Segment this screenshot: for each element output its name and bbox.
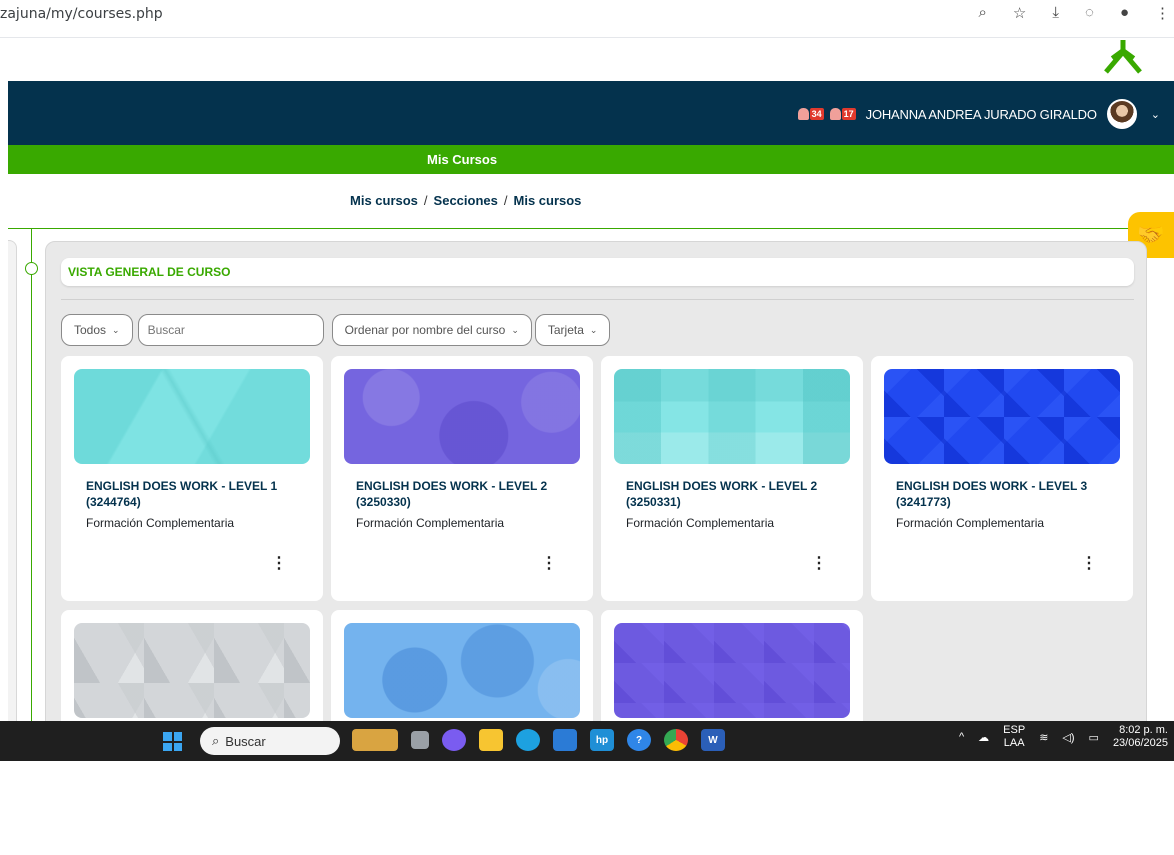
browser-icons: ⌕ ☆ ⤓ ◌ ● ⋮ bbox=[979, 4, 1170, 22]
notifications-button[interactable]: 34 bbox=[797, 108, 824, 120]
search-icon[interactable]: ⌕ bbox=[979, 4, 987, 22]
grouping-dropdown[interactable]: Todos ⌄ bbox=[61, 314, 133, 346]
widgets-icon[interactable] bbox=[352, 729, 398, 751]
start-button[interactable] bbox=[163, 732, 182, 751]
course-image[interactable] bbox=[344, 623, 580, 718]
os-taskbar: ⌕ Buscar hp ? W ^ ☁ ESP LAA ≋ ◁) ▭ 8:02 … bbox=[0, 721, 1174, 761]
breadcrumb-item[interactable]: Mis cursos bbox=[350, 193, 418, 208]
top-navbar: 34 17 JOHANNA ANDREA JURADO GIRALDO ⌄ bbox=[8, 81, 1174, 145]
messages-badge: 17 bbox=[841, 108, 856, 120]
download-icon[interactable]: ⤓ bbox=[1052, 4, 1059, 22]
left-drawer-toggle[interactable] bbox=[8, 240, 17, 730]
taskbar-search-label: Buscar bbox=[225, 733, 266, 749]
course-title[interactable]: ENGLISH DOES WORK - LEVEL 2 (3250331) bbox=[626, 478, 846, 510]
page-title: Mis Cursos bbox=[427, 152, 498, 167]
course-image[interactable] bbox=[74, 623, 310, 718]
course-category: Formación Complementaria bbox=[896, 516, 1045, 530]
course-category: Formación Complementaria bbox=[86, 516, 235, 530]
taskbar-apps: hp ? W bbox=[352, 729, 725, 751]
course-card[interactable]: ENGLISH DOES WORK - LEVEL 1 (3244764) Fo… bbox=[61, 356, 323, 601]
language-indicator[interactable]: ESP LAA bbox=[1003, 724, 1025, 750]
help-app-icon[interactable]: ? bbox=[627, 729, 651, 751]
store-icon[interactable] bbox=[553, 729, 577, 751]
course-image[interactable] bbox=[614, 369, 850, 464]
user-menu-area: 34 17 JOHANNA ANDREA JURADO GIRALDO ⌄ bbox=[797, 99, 1160, 129]
extensions-icon[interactable]: ◌ bbox=[1085, 4, 1094, 22]
sort-dropdown[interactable]: Ordenar por nombre del curso ⌄ bbox=[331, 314, 532, 346]
profile-icon[interactable]: ● bbox=[1120, 4, 1129, 22]
breadcrumb-separator: / bbox=[423, 193, 428, 208]
course-menu-icon[interactable]: ⋮ bbox=[541, 553, 557, 573]
course-image[interactable] bbox=[344, 369, 580, 464]
task-view-icon[interactable] bbox=[411, 731, 429, 749]
address-bar-url[interactable]: zajuna/my/courses.php bbox=[0, 6, 163, 22]
course-image[interactable] bbox=[74, 369, 310, 464]
course-category: Formación Complementaria bbox=[356, 516, 505, 530]
timeline-line bbox=[31, 228, 32, 728]
user-name[interactable]: JOHANNA ANDREA JURADO GIRALDO bbox=[866, 107, 1097, 122]
avatar[interactable] bbox=[1106, 99, 1137, 129]
breadcrumb: Mis cursos / Secciones / Mis cursos bbox=[350, 193, 581, 208]
onedrive-icon[interactable]: ☁ bbox=[978, 731, 989, 744]
message-icon bbox=[829, 108, 841, 120]
battery-icon[interactable]: ▭ bbox=[1089, 731, 1099, 744]
more-icon[interactable]: ⋮ bbox=[1155, 4, 1170, 22]
block-title: VISTA GENERAL DE CURSO bbox=[68, 265, 231, 279]
search-input[interactable] bbox=[137, 314, 324, 346]
search-icon: ⌕ bbox=[212, 733, 220, 748]
chevron-up-icon[interactable]: ^ bbox=[959, 731, 964, 743]
clock[interactable]: 8:02 p. m. 23/06/2025 bbox=[1113, 724, 1168, 750]
bell-icon bbox=[797, 108, 809, 120]
course-title[interactable]: ENGLISH DOES WORK - LEVEL 1 (3244764) bbox=[86, 478, 306, 510]
copilot-icon[interactable] bbox=[442, 729, 466, 751]
hp-app-icon[interactable]: hp bbox=[590, 729, 614, 751]
breadcrumb-item[interactable]: Secciones bbox=[434, 193, 498, 208]
breadcrumb-item[interactable]: Mis cursos bbox=[514, 193, 582, 208]
breadcrumb-separator: / bbox=[503, 193, 508, 208]
chrome-icon[interactable] bbox=[664, 729, 688, 751]
taskbar-search[interactable]: ⌕ Buscar bbox=[200, 727, 340, 755]
divider-line bbox=[8, 228, 1174, 229]
grouping-label: Todos bbox=[74, 323, 107, 337]
file-explorer-icon[interactable] bbox=[479, 729, 503, 751]
sort-label: Ordenar por nombre del curso bbox=[344, 323, 506, 337]
view-label: Tarjeta bbox=[547, 323, 584, 337]
edge-icon[interactable] bbox=[516, 729, 540, 751]
volume-icon[interactable]: ◁) bbox=[1062, 731, 1074, 744]
course-menu-icon[interactable]: ⋮ bbox=[1081, 553, 1097, 573]
chevron-down-icon[interactable]: ⌄ bbox=[1151, 108, 1160, 121]
word-icon[interactable]: W bbox=[701, 729, 725, 751]
course-image[interactable] bbox=[614, 623, 850, 718]
course-overview-block: VISTA GENERAL DE CURSO Todos ⌄ Ordenar po… bbox=[45, 241, 1147, 855]
course-title[interactable]: ENGLISH DOES WORK - LEVEL 3 (3241773) bbox=[896, 478, 1116, 510]
filters-bar: Todos ⌄ Ordenar por nombre del curso ⌄ Tar… bbox=[61, 314, 611, 346]
divider bbox=[61, 299, 1134, 300]
course-card[interactable]: ENGLISH DOES WORK - LEVEL 2 (3250330) Fo… bbox=[331, 356, 593, 601]
chevron-down-icon: ⌄ bbox=[511, 324, 519, 335]
browser-toolbar: zajuna/my/courses.php ⌕ ☆ ⤓ ◌ ● ⋮ bbox=[0, 0, 1174, 38]
course-menu-icon[interactable]: ⋮ bbox=[271, 553, 287, 573]
messages-button[interactable]: 17 bbox=[829, 108, 856, 120]
sena-logo bbox=[1104, 40, 1142, 74]
course-card[interactable]: ENGLISH DOES WORK - LEVEL 2 (3250331) Fo… bbox=[601, 356, 863, 601]
view-dropdown[interactable]: Tarjeta ⌄ bbox=[534, 314, 611, 346]
timeline-node bbox=[25, 262, 38, 275]
chevron-down-icon: ⌄ bbox=[112, 324, 120, 335]
language-layout: LAA bbox=[1003, 737, 1025, 749]
time: 8:02 p. m. bbox=[1119, 724, 1168, 736]
course-card[interactable]: ENGLISH DOES WORK - LEVEL 3 (3241773) Fo… bbox=[871, 356, 1133, 601]
page-header: Mis Cursos bbox=[8, 145, 1174, 174]
wifi-icon[interactable]: ≋ bbox=[1039, 731, 1048, 744]
chevron-down-icon: ⌄ bbox=[589, 324, 598, 335]
block-title-bar: VISTA GENERAL DE CURSO bbox=[61, 258, 1134, 286]
language-code: ESP bbox=[1003, 724, 1026, 736]
star-icon[interactable]: ☆ bbox=[1013, 4, 1026, 22]
date: 23/06/2025 bbox=[1112, 737, 1168, 749]
course-image[interactable] bbox=[884, 369, 1120, 464]
notifications-badge: 34 bbox=[809, 108, 824, 120]
system-tray: ^ ☁ ESP LAA ≋ ◁) ▭ 8:02 p. m. 23/06/2025 bbox=[959, 724, 1168, 750]
course-title[interactable]: ENGLISH DOES WORK - LEVEL 2 (3250330) bbox=[356, 478, 576, 510]
course-menu-icon[interactable]: ⋮ bbox=[811, 553, 827, 573]
course-category: Formación Complementaria bbox=[626, 516, 775, 530]
